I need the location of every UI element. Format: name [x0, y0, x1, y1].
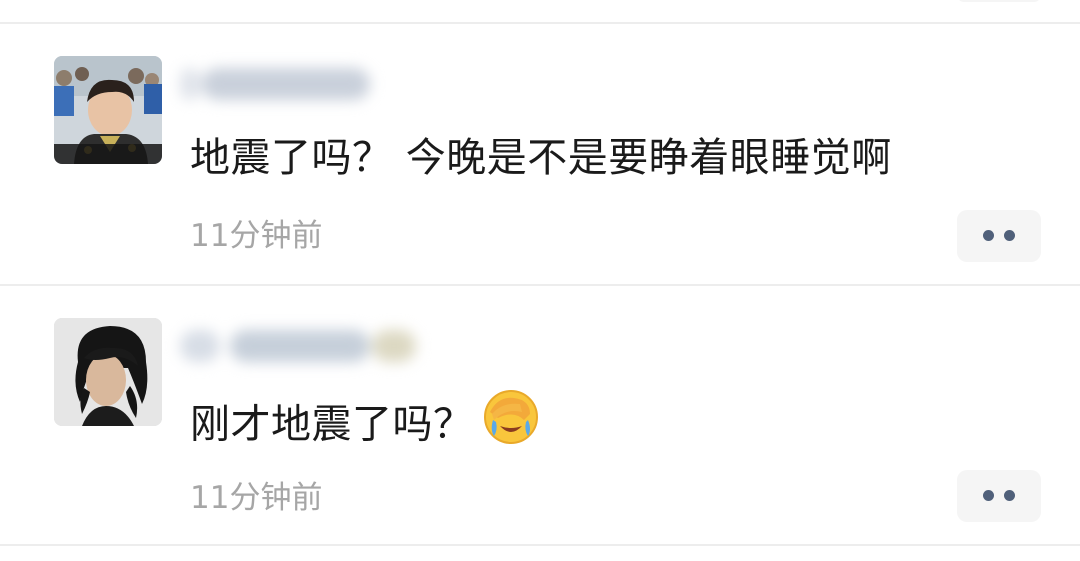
avatar[interactable] — [54, 318, 162, 426]
comment-item: 刚才地震了吗？ 11分钟前 — [0, 286, 1080, 546]
timestamp: 11分钟前 — [190, 480, 323, 516]
face-palm-crying-icon — [483, 390, 538, 455]
comment-text: 刚才地震了吗？ — [190, 390, 538, 455]
more-button[interactable] — [957, 470, 1041, 522]
avatar[interactable] — [54, 56, 162, 164]
divider — [0, 544, 1080, 546]
timestamp: 11分钟前 — [190, 218, 323, 254]
more-button[interactable] — [957, 210, 1041, 262]
username-blurred[interactable] — [180, 60, 380, 108]
more-dot-icon — [1004, 230, 1015, 241]
previous-more-button[interactable] — [957, 0, 1041, 2]
more-dot-icon — [983, 230, 994, 241]
comment-item: 地震了吗？ 今晚是不是要睁着眼睡觉啊 11分钟前 — [0, 24, 1080, 286]
avatar-photo — [54, 56, 162, 164]
username-blurred[interactable] — [180, 322, 430, 370]
more-dot-icon — [983, 490, 994, 501]
avatar-photo — [54, 318, 162, 426]
more-dot-icon — [1004, 490, 1015, 501]
comment-text-content: 刚才地震了吗？ — [190, 401, 474, 448]
comment-list: 地震了吗？ 今晚是不是要睁着眼睡觉啊 11分钟前 刚才地震了吗？ 11分钟前 — [0, 0, 1080, 561]
comment-text: 地震了吗？ 今晚是不是要睁着眼睡觉啊 — [190, 135, 892, 181]
